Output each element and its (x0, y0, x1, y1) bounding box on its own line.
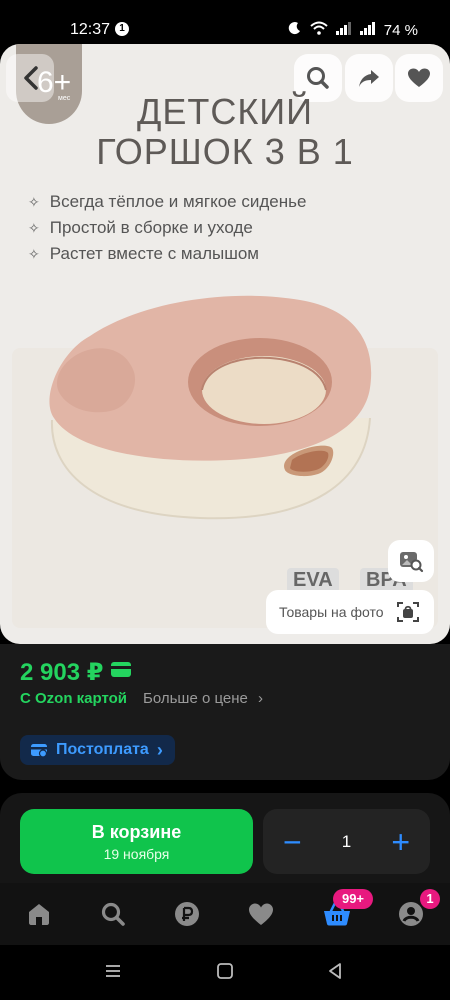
back-triangle-icon (329, 963, 341, 979)
heart-icon (408, 68, 430, 87)
ruble-icon (175, 902, 199, 926)
postpay-button[interactable]: Постоплата › (20, 735, 175, 765)
feature-list: ✧ Всегда тёплое и мягкое сиденье ✧ Прост… (28, 189, 306, 267)
increase-quantity-button[interactable]: + (391, 826, 410, 858)
price-section: 2 903 ₽ С Ozon картой Больше о цене › По… (0, 644, 450, 780)
photo-products-label: Товары на фото (279, 604, 384, 620)
decrease-quantity-button[interactable]: − (283, 826, 302, 858)
status-time: 12:37 (70, 21, 111, 38)
signal-icon-1 (335, 21, 352, 39)
search-icon (307, 67, 329, 89)
feature-text: Растет вместе с малышом (49, 244, 259, 263)
profile-icon (399, 902, 423, 926)
recent-apps-icon (106, 965, 120, 977)
image-search-icon (400, 552, 424, 573)
sparkle-icon: ✧ (28, 193, 40, 210)
sparkle-icon: ✧ (28, 219, 40, 236)
feature-text: Простой в сборке и уходе (49, 218, 253, 237)
delivery-date: 19 ноября (103, 846, 170, 862)
bottom-navigation: 99+ 1 (0, 883, 450, 945)
title-line-2: ГОРШОК 3 В 1 (96, 131, 354, 172)
search-icon (101, 902, 125, 926)
chevron-right-icon: › (156, 739, 163, 760)
cart-count-badge: 99+ (333, 889, 373, 909)
system-back-button[interactable] (326, 962, 344, 986)
chevron-right-icon: › (258, 690, 264, 707)
dnd-moon-icon (288, 21, 302, 39)
share-icon (359, 70, 379, 87)
feature-item: ✧ Простой в сборке и уходе (28, 215, 306, 241)
feature-item: ✧ Растет вместе с малышом (28, 241, 306, 267)
feature-text: Всегда тёплое и мягкое сиденье (49, 192, 307, 211)
scan-bag-icon (396, 602, 419, 622)
product-photo-gallery[interactable]: 6+ мес ДЕТСКИЙ ГОРШОК 3 В 1 ✧ Всегда тёп… (0, 44, 450, 644)
ozon-card-icon (111, 662, 131, 677)
heart-icon (249, 903, 273, 925)
in-cart-label: В корзине (91, 822, 182, 842)
profile-notification-badge: 1 (420, 889, 440, 909)
price-details-label: Больше о цене (143, 690, 248, 707)
home-icon (29, 904, 49, 925)
recent-apps-button[interactable] (104, 962, 122, 986)
nav-home[interactable] (24, 899, 54, 929)
home-button[interactable] (216, 962, 234, 986)
price-details-link[interactable]: Больше о цене › (143, 690, 263, 707)
status-bar: 12:37 1 74 % (0, 0, 450, 44)
nav-favorites[interactable] (246, 899, 276, 929)
nav-finance[interactable] (172, 899, 202, 929)
product-image-title: ДЕТСКИЙ ГОРШОК 3 В 1 (0, 92, 450, 172)
wifi-icon (310, 21, 328, 39)
postpay-label: Постоплата (56, 741, 149, 758)
home-square-icon (217, 963, 233, 979)
image-search-button[interactable] (388, 540, 434, 582)
battery-level: 74 % (383, 21, 418, 39)
system-navigation-bar (0, 945, 450, 1000)
sparkle-icon: ✧ (28, 245, 40, 262)
title-line-1: ДЕТСКИЙ (136, 91, 314, 132)
price-value: 2 903 ₽ (20, 659, 104, 686)
photo-products-button[interactable]: Товары на фото (266, 590, 434, 634)
potty-image (49, 295, 372, 520)
in-cart-button[interactable]: В корзине 19 ноября (20, 809, 253, 874)
postpay-card-icon (31, 744, 48, 758)
quantity-stepper[interactable]: − 1 + (263, 809, 430, 874)
quantity-value: 1 (341, 831, 352, 851)
notification-badge: 1 (115, 22, 129, 36)
signal-icon-2 (359, 21, 376, 39)
nav-search[interactable] (98, 899, 128, 929)
ozon-card-label: С Ozon картой (20, 690, 128, 707)
feature-item: ✧ Всегда тёплое и мягкое сиденье (28, 189, 306, 215)
